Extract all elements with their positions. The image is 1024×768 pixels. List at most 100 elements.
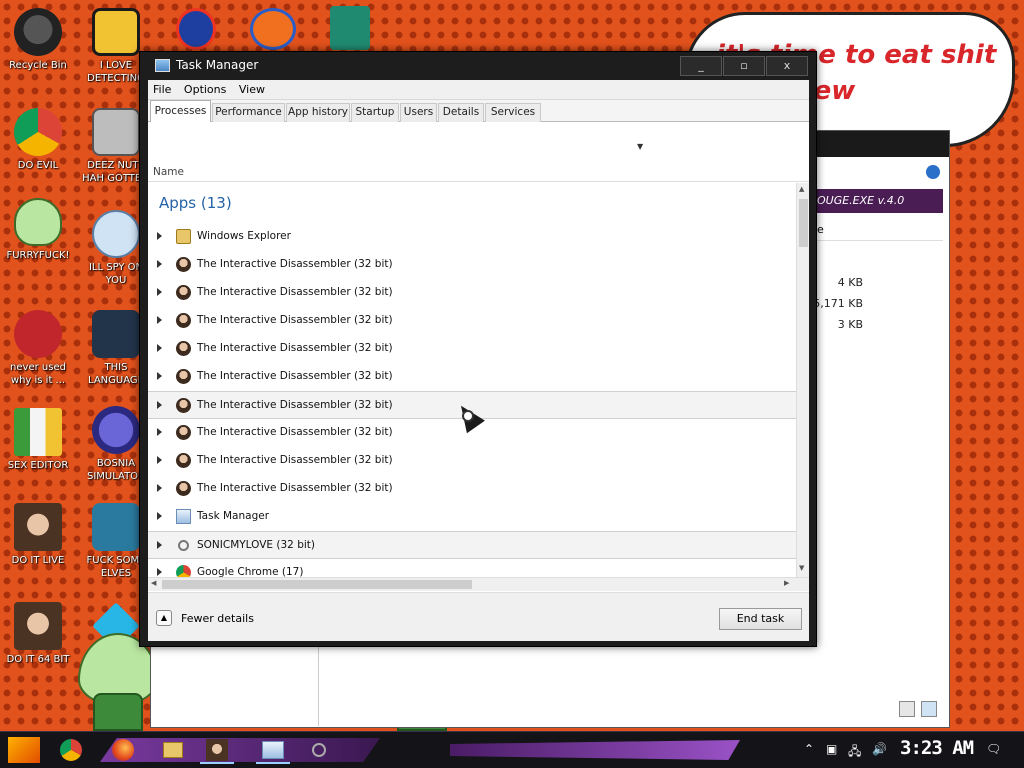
scroll-down-icon[interactable]: ▼ xyxy=(799,564,804,572)
process-row[interactable]: The Interactive Disassembler (32 bit) xyxy=(148,447,796,475)
menu-options[interactable]: Options xyxy=(179,80,230,96)
desktop-icon-label: Recycle Bin xyxy=(9,60,67,71)
desktop-icon-label: FURRYFUCK! xyxy=(6,250,70,261)
expand-arrow-icon[interactable] xyxy=(157,456,162,464)
file-size: 5,171 KB xyxy=(813,297,863,310)
process-name: Windows Explorer xyxy=(197,230,291,242)
chrome-icon xyxy=(14,108,62,156)
scroll-thumb[interactable] xyxy=(162,580,472,589)
process-list: Apps (13) Windows Explorer The Interacti… xyxy=(148,183,796,577)
process-row-selected[interactable]: SONICMYLOVE (32 bit) xyxy=(148,531,796,559)
process-name: The Interactive Disassembler (32 bit) xyxy=(197,370,393,382)
task-manager-titlebar[interactable]: Task Manager _ ▫ x xyxy=(140,52,816,80)
column-header-area: ▼ Name xyxy=(148,122,809,182)
expand-arrow-icon[interactable] xyxy=(157,484,162,492)
network-icon xyxy=(92,210,140,258)
group-header-apps: Apps (13) xyxy=(159,194,232,212)
maximize-button[interactable]: ▫ xyxy=(723,56,765,76)
expand-arrow-icon[interactable] xyxy=(157,401,162,409)
end-task-button[interactable]: End task xyxy=(719,608,802,630)
process-row[interactable]: The Interactive Disassembler (32 bit) xyxy=(148,279,796,307)
tab-startup[interactable]: Startup xyxy=(351,103,399,122)
help-icon[interactable] xyxy=(926,165,940,179)
column-name[interactable]: Name xyxy=(153,166,184,178)
scroll-thumb[interactable] xyxy=(799,199,808,247)
horizontal-scrollbar[interactable]: ◀ ▶ xyxy=(148,577,809,591)
ida-icon xyxy=(176,453,191,468)
fewer-details-link[interactable]: Fewer details xyxy=(181,612,254,625)
desktop-icon-do-it-live[interactable]: DO IT LIVE xyxy=(0,503,76,567)
show-hidden-icons-icon[interactable]: ⌃ xyxy=(804,742,814,756)
expand-arrow-icon[interactable] xyxy=(157,372,162,380)
publisher-icon[interactable] xyxy=(330,6,370,50)
details-view-icon[interactable] xyxy=(899,701,915,717)
tablet-icon[interactable]: ▣ xyxy=(826,742,837,756)
de-icon xyxy=(92,8,140,56)
expand-arrow-icon[interactable] xyxy=(157,568,162,576)
expand-arrow-icon[interactable] xyxy=(157,512,162,520)
clock[interactable]: 3:23 AM xyxy=(900,737,974,759)
explorer-column-header[interactable]: e xyxy=(811,219,943,241)
p-app-icon[interactable] xyxy=(250,8,296,50)
process-row[interactable]: The Interactive Disassembler (32 bit) xyxy=(148,363,796,391)
tab-performance[interactable]: Performance xyxy=(212,103,285,122)
menu-view[interactable]: View xyxy=(234,80,269,96)
taskbar-file-explorer-icon[interactable] xyxy=(156,736,190,764)
expand-arrow-icon[interactable] xyxy=(157,232,162,240)
process-row[interactable]: The Interactive Disassembler (32 bit) xyxy=(148,307,796,335)
volume-icon[interactable]: 🔊 xyxy=(872,742,887,756)
task-manager-window[interactable]: Task Manager _ ▫ x File Options View Pro… xyxy=(139,51,817,647)
explorer-address-bar[interactable]: OUGE.EXE v.4.0 xyxy=(811,189,943,213)
menu-file[interactable]: File xyxy=(148,80,175,96)
network-icon[interactable]: 🖧 xyxy=(848,742,861,763)
expand-arrow-icon[interactable] xyxy=(157,541,162,549)
vertical-scrollbar[interactable]: ▲ ▼ xyxy=(796,183,809,577)
peridot-icon xyxy=(14,198,62,246)
expand-arrow-icon[interactable] xyxy=(157,288,162,296)
process-row[interactable]: The Interactive Disassembler (32 bit) xyxy=(148,475,796,503)
process-name: Google Chrome (17) xyxy=(197,566,304,577)
taskbar-ring-icon[interactable] xyxy=(302,736,336,764)
scroll-right-icon[interactable]: ▶ xyxy=(784,579,789,587)
process-row[interactable]: The Interactive Disassembler (32 bit) xyxy=(148,335,796,363)
taskbar-firefox-icon[interactable] xyxy=(106,736,140,764)
process-row[interactable]: Windows Explorer xyxy=(148,223,796,251)
desktop-icon-chrome[interactable]: DO EVIL xyxy=(0,108,76,172)
tab-app-history[interactable]: App history xyxy=(286,103,350,122)
process-row[interactable]: The Interactive Disassembler (32 bit) xyxy=(148,251,796,279)
expand-arrow-icon[interactable] xyxy=(157,260,162,268)
scroll-left-icon[interactable]: ◀ xyxy=(151,579,156,587)
santa-icon xyxy=(92,503,140,551)
folder-icon xyxy=(176,229,191,244)
taskbar-chrome-icon[interactable] xyxy=(54,736,88,764)
minimize-button[interactable]: _ xyxy=(680,56,722,76)
ida-icon xyxy=(176,481,191,496)
desktop-icon-hxd[interactable]: SEX EDITOR xyxy=(0,408,76,472)
desktop-icon-recycle-bin[interactable]: Recycle Bin xyxy=(0,8,76,72)
ida-icon xyxy=(176,257,191,272)
expand-arrow-icon[interactable] xyxy=(157,428,162,436)
large-icons-view-icon[interactable] xyxy=(921,701,937,717)
notifications-icon[interactable]: 🗨 xyxy=(986,742,1001,756)
desktop-icon-do-it-64[interactable]: DO IT 64 BIT xyxy=(0,602,76,666)
desktop-icon-label: DO IT LIVE xyxy=(11,555,65,566)
task-manager-icon xyxy=(176,509,191,524)
close-button[interactable]: x xyxy=(766,56,808,76)
desktop-icon-devcpp[interactable]: never used why is it ... xyxy=(0,310,76,387)
chevron-up-icon[interactable]: ▲ xyxy=(156,610,172,626)
number2-icon[interactable] xyxy=(176,8,216,50)
taskbar-task-manager-icon[interactable] xyxy=(256,736,290,764)
sort-arrow-icon[interactable]: ▼ xyxy=(637,142,643,151)
taskbar-portrait-icon[interactable] xyxy=(200,736,234,764)
tab-services[interactable]: Services xyxy=(485,103,541,122)
scroll-up-icon[interactable]: ▲ xyxy=(799,185,804,193)
tab-processes[interactable]: Processes xyxy=(150,100,211,123)
process-row[interactable]: Task Manager xyxy=(148,503,796,531)
expand-arrow-icon[interactable] xyxy=(157,344,162,352)
process-row[interactable]: Google Chrome (17) xyxy=(148,559,796,577)
tab-users[interactable]: Users xyxy=(400,103,437,122)
start-button[interactable] xyxy=(8,737,40,763)
tab-details[interactable]: Details xyxy=(438,103,484,122)
desktop-icon-furryfuck[interactable]: FURRYFUCK! xyxy=(0,198,76,262)
expand-arrow-icon[interactable] xyxy=(157,316,162,324)
